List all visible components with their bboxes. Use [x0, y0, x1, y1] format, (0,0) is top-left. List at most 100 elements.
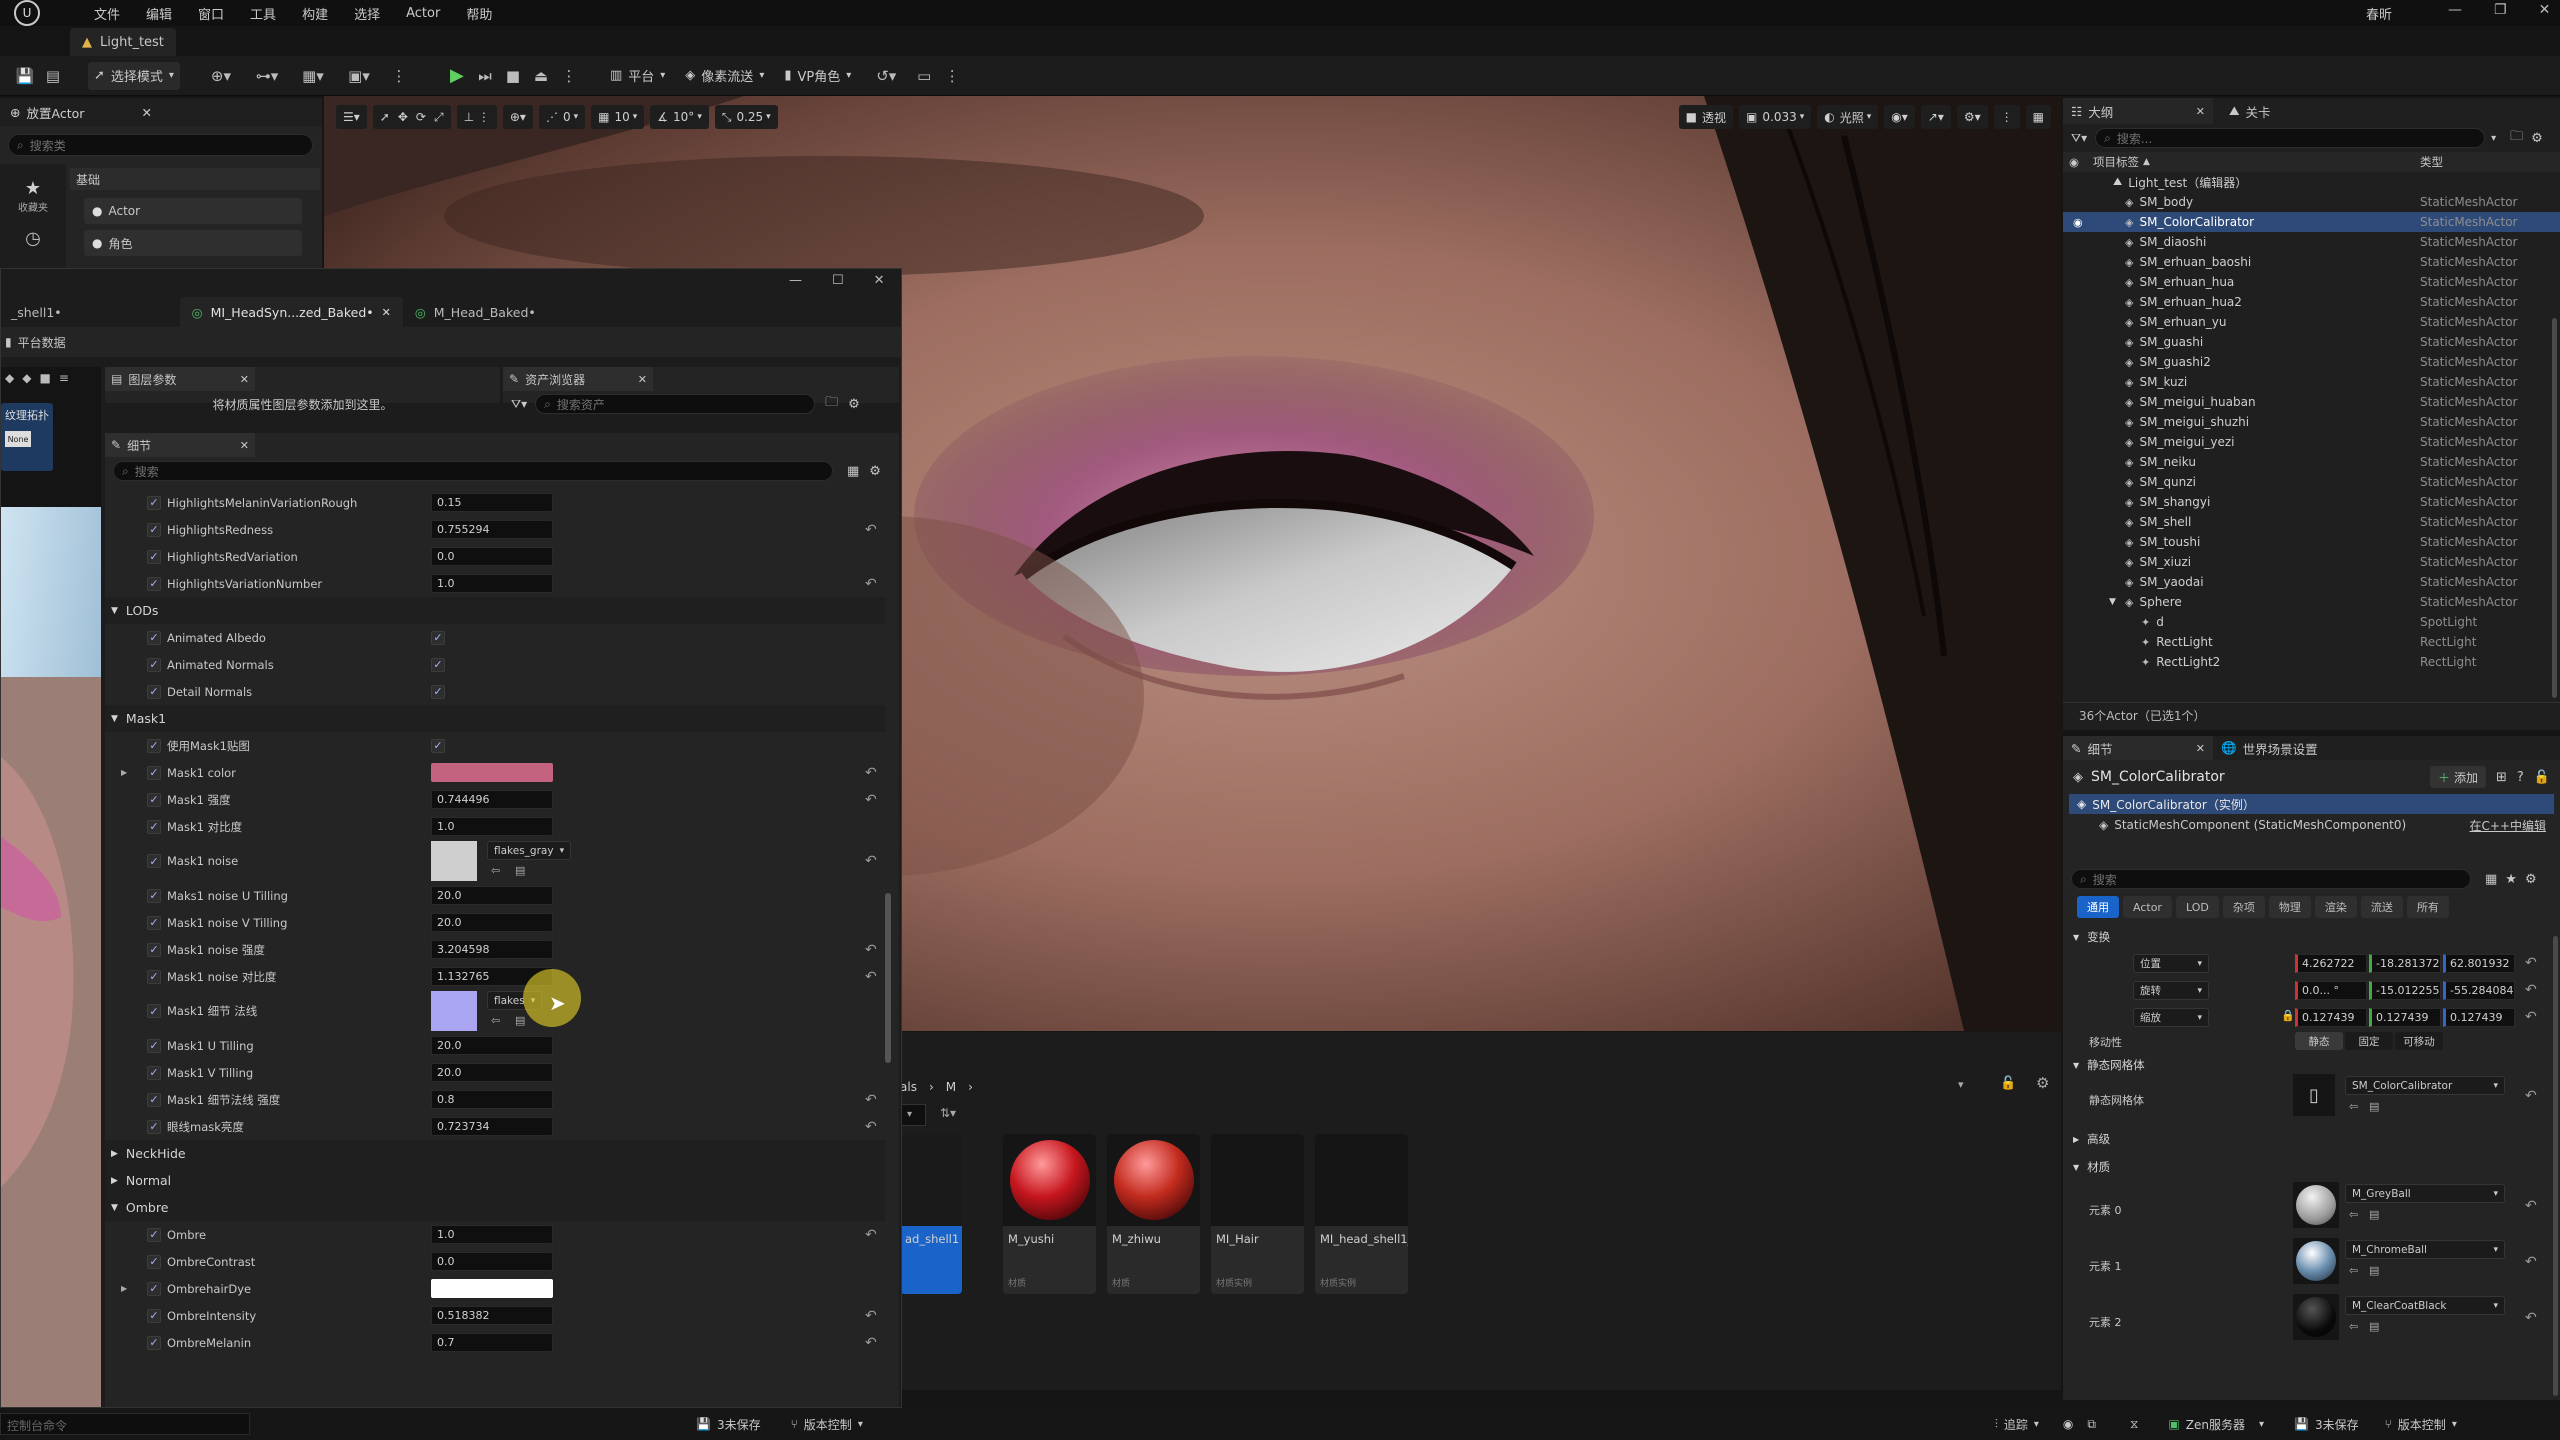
- parameter-value[interactable]: 0.0: [431, 547, 553, 566]
- outliner-row[interactable]: ✦ RectLight2 RectLight: [2063, 652, 2560, 672]
- parameter-value[interactable]: 0.723734: [431, 1117, 553, 1136]
- override-checkbox[interactable]: ✓: [147, 549, 161, 564]
- details-filter-tab[interactable]: 通用: [2077, 896, 2119, 918]
- override-checkbox[interactable]: ✓: [147, 1281, 161, 1296]
- transform-loc-value[interactable]: 62.801932: [2443, 954, 2515, 973]
- angle-snap-button[interactable]: ∡ 10° ▾: [650, 105, 709, 129]
- parameter-value[interactable]: 3.204598: [431, 940, 553, 959]
- hourglass-icon[interactable]: ⧖: [2130, 1417, 2138, 1432]
- override-checkbox[interactable]: ✓: [147, 819, 161, 834]
- close-icon[interactable]: ✕: [142, 105, 152, 120]
- outliner-root[interactable]: ⛰ Light_test（编辑器）: [2063, 172, 2560, 192]
- reset-icon[interactable]: ↶: [865, 765, 877, 781]
- view-mode-button[interactable]: ◐ 光照 ▾: [1817, 105, 1879, 129]
- outliner-row[interactable]: ◈ SM_meigui_shuzhi StaticMeshActor: [2063, 412, 2560, 432]
- filter-dropdown[interactable]: ▾: [900, 1104, 926, 1126]
- material-thumbnail[interactable]: [2293, 1294, 2339, 1340]
- details-search[interactable]: ⌕ 搜索: [113, 461, 833, 481]
- value-checkbox[interactable]: ✓: [431, 657, 445, 672]
- eye-icon[interactable]: ◉: [2073, 216, 2083, 229]
- unreal-logo-icon[interactable]: U: [14, 0, 40, 26]
- details-filter-tab[interactable]: LOD: [2175, 896, 2219, 918]
- use-asset-icon[interactable]: ⇦: [2349, 1264, 2358, 1277]
- settings-icon[interactable]: ⚙: [2036, 1074, 2049, 1092]
- outliner-row[interactable]: ◈ SM_qunzi StaticMeshActor: [2063, 472, 2560, 492]
- transform-scale-value[interactable]: 0.127439: [2369, 1008, 2441, 1027]
- instance-row[interactable]: ◈ SM_ColorCalibrator（实例）: [2069, 794, 2554, 814]
- reset-icon[interactable]: ↶: [865, 942, 877, 958]
- close-icon[interactable]: ✕: [874, 273, 885, 288]
- reset-icon[interactable]: ↶: [2525, 982, 2537, 998]
- filter-icon[interactable]: ⛛▾: [511, 397, 527, 412]
- console-input[interactable]: 控制台命令: [0, 1413, 250, 1435]
- parameter-category[interactable]: ▶ Normal: [105, 1167, 885, 1194]
- reset-icon[interactable]: ↶: [865, 1308, 877, 1324]
- close-icon[interactable]: ✕: [2539, 2, 2551, 18]
- blueprint-icon[interactable]: ⊞: [2496, 770, 2507, 785]
- asset-browser-tab[interactable]: ✎ 资产浏览器 ✕: [503, 367, 653, 391]
- component-row[interactable]: ◈ StaticMeshComponent (StaticMeshComponen…: [2063, 814, 2560, 836]
- override-checkbox[interactable]: ✓: [147, 495, 161, 510]
- override-checkbox[interactable]: ✓: [147, 522, 161, 537]
- outliner-row[interactable]: ◈ SM_guashi2 StaticMeshActor: [2063, 352, 2560, 372]
- browse-icon[interactable]: ▤: [2369, 1208, 2379, 1221]
- asset-search[interactable]: ⌕ 搜索资产: [535, 394, 816, 414]
- transform-rot-dropdown[interactable]: 旋转 ▾: [2133, 981, 2209, 1000]
- favorites-tab[interactable]: ★ 收藏夹: [0, 164, 66, 214]
- grid-snap-button[interactable]: ▦ 10 ▾: [591, 105, 645, 129]
- outliner-row[interactable]: ◈ SM_toushi StaticMeshActor: [2063, 532, 2560, 552]
- folder-icon[interactable]: 🗀: [825, 393, 838, 415]
- reset-icon[interactable]: ↶: [2525, 955, 2537, 971]
- use-asset-icon[interactable]: ⇦: [2349, 1320, 2358, 1333]
- chevron-right-icon[interactable]: ▶: [121, 768, 127, 777]
- outliner-tab[interactable]: ☷ 大纲 ✕: [2063, 98, 2213, 124]
- reset-icon[interactable]: ↶: [865, 576, 877, 592]
- details-filter-tab[interactable]: 流送: [2360, 896, 2403, 918]
- version-control-right[interactable]: ⑂ 版本控制 ▾: [2385, 1416, 2457, 1433]
- surface-snap-button[interactable]: ⊥ ⋮: [456, 105, 497, 129]
- editor-tab[interactable]: _shell1•: [1, 299, 72, 326]
- minimize-icon[interactable]: —: [2448, 2, 2462, 18]
- settings-icon[interactable]: ▭: [913, 65, 935, 87]
- override-checkbox[interactable]: ✓: [147, 888, 161, 903]
- menu-item[interactable]: 选择: [354, 4, 380, 23]
- override-checkbox[interactable]: ✓: [147, 1308, 161, 1323]
- blueprint-icon[interactable]: ⊶▾: [256, 65, 279, 87]
- override-checkbox[interactable]: ✓: [147, 1227, 161, 1242]
- parameter-value[interactable]: 0.7: [431, 1333, 553, 1352]
- path-segment[interactable]: als: [900, 1080, 917, 1094]
- parameter-category[interactable]: ▼ Mask1: [105, 705, 885, 732]
- outliner-row[interactable]: ◈ SM_erhuan_hua StaticMeshActor: [2063, 272, 2560, 292]
- parameter-value[interactable]: 0.518382: [431, 1306, 553, 1325]
- parameter-category[interactable]: ▼ Ombre: [105, 1194, 885, 1221]
- camera-speed-button[interactable]: ▣ 0.033 ▾: [1739, 105, 1812, 129]
- outliner-row[interactable]: ◈ SM_neiku StaticMeshActor: [2063, 452, 2560, 472]
- brush-icon[interactable]: ◆: [5, 371, 14, 385]
- viewport-more-button[interactable]: ⋮: [1993, 105, 2020, 129]
- static-mesh-thumbnail[interactable]: ▯: [2293, 1074, 2335, 1116]
- parameter-category[interactable]: ▶ NeckHide: [105, 1140, 885, 1167]
- parameter-value[interactable]: 20.0: [431, 913, 553, 932]
- override-checkbox[interactable]: ✓: [147, 576, 161, 591]
- outliner-row[interactable]: ▼ ◈ Sphere StaticMeshActor: [2063, 592, 2560, 612]
- mobility-option[interactable]: 固定: [2345, 1032, 2393, 1050]
- browse-icon[interactable]: ▤: [2369, 1264, 2379, 1277]
- reset-icon[interactable]: ↶: [2525, 1198, 2537, 1214]
- step-icon[interactable]: ⏭: [474, 65, 496, 87]
- color-swatch[interactable]: [431, 1279, 553, 1298]
- parameter-value[interactable]: 0.744496: [431, 790, 553, 809]
- value-checkbox[interactable]: ✓: [431, 738, 445, 753]
- reset-icon[interactable]: ↶: [865, 792, 877, 808]
- details-filter-tab[interactable]: 杂项: [2222, 896, 2265, 918]
- parameter-value[interactable]: 20.0: [431, 1063, 553, 1082]
- path-dropdown-icon[interactable]: ▾: [1958, 1078, 1964, 1091]
- reset-icon[interactable]: ↶: [2525, 1009, 2537, 1025]
- minimize-icon[interactable]: —: [789, 273, 802, 288]
- menu-item[interactable]: Actor: [406, 6, 440, 21]
- cinematics-icon[interactable]: ▦▾: [302, 65, 324, 87]
- parameter-value[interactable]: 0.0: [431, 1252, 553, 1271]
- browse-icon[interactable]: ▤: [2369, 1320, 2379, 1333]
- outliner-row[interactable]: ◈ SM_erhuan_hua2 StaticMeshActor: [2063, 292, 2560, 312]
- override-checkbox[interactable]: ✓: [147, 1119, 161, 1134]
- transform-rot-value[interactable]: -15.012255: [2369, 981, 2441, 1000]
